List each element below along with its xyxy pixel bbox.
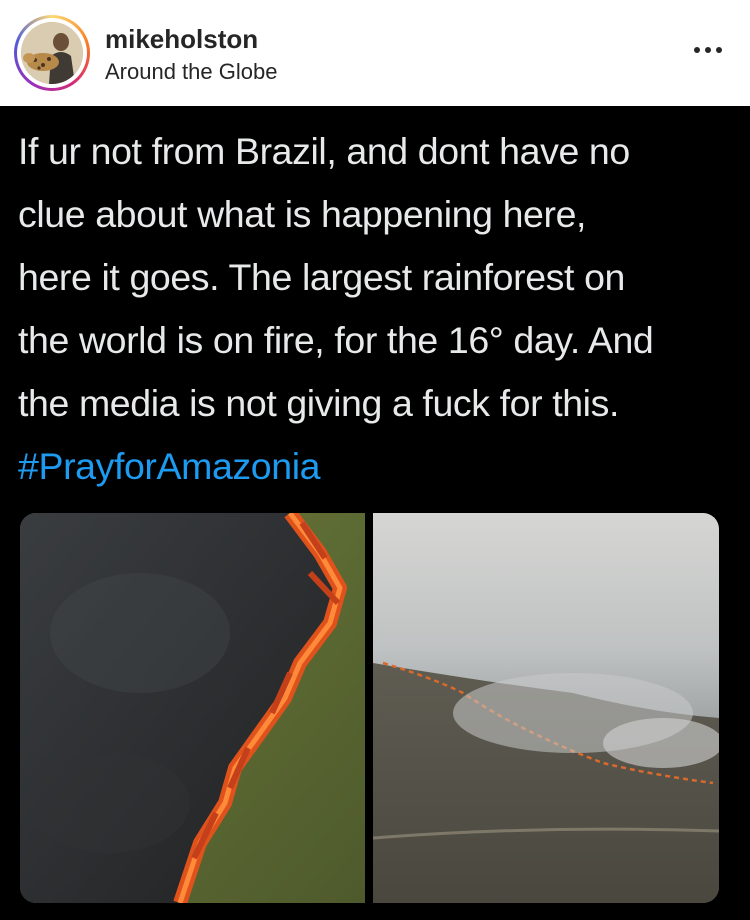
avatar[interactable] <box>21 22 83 84</box>
post-header: mikeholston Around the Globe <box>0 0 750 106</box>
fire-front-photo[interactable] <box>20 513 365 903</box>
more-options-icon[interactable] <box>688 40 728 60</box>
story-ring[interactable] <box>14 15 90 91</box>
tweet-line: clue about what is happening here, <box>18 193 587 235</box>
tweet-line: the world is on fire, for the 16° day. A… <box>18 319 654 361</box>
location-link[interactable]: Around the Globe <box>105 59 277 85</box>
tweet-line: the media is not giving a fuck for this. <box>18 382 619 424</box>
hashtag-link[interactable]: #PrayforAmazonia <box>18 435 733 498</box>
avatar-image <box>21 22 83 84</box>
tweet-text: If ur not from Brazil, and dont have no … <box>18 120 733 498</box>
tweet-line: If ur not from Brazil, and dont have no <box>18 130 630 172</box>
username-link[interactable]: mikeholston <box>105 24 258 55</box>
aerial-fire-photo[interactable] <box>373 513 719 903</box>
tweet-line: here it goes. The largest rainforest on <box>18 256 625 298</box>
